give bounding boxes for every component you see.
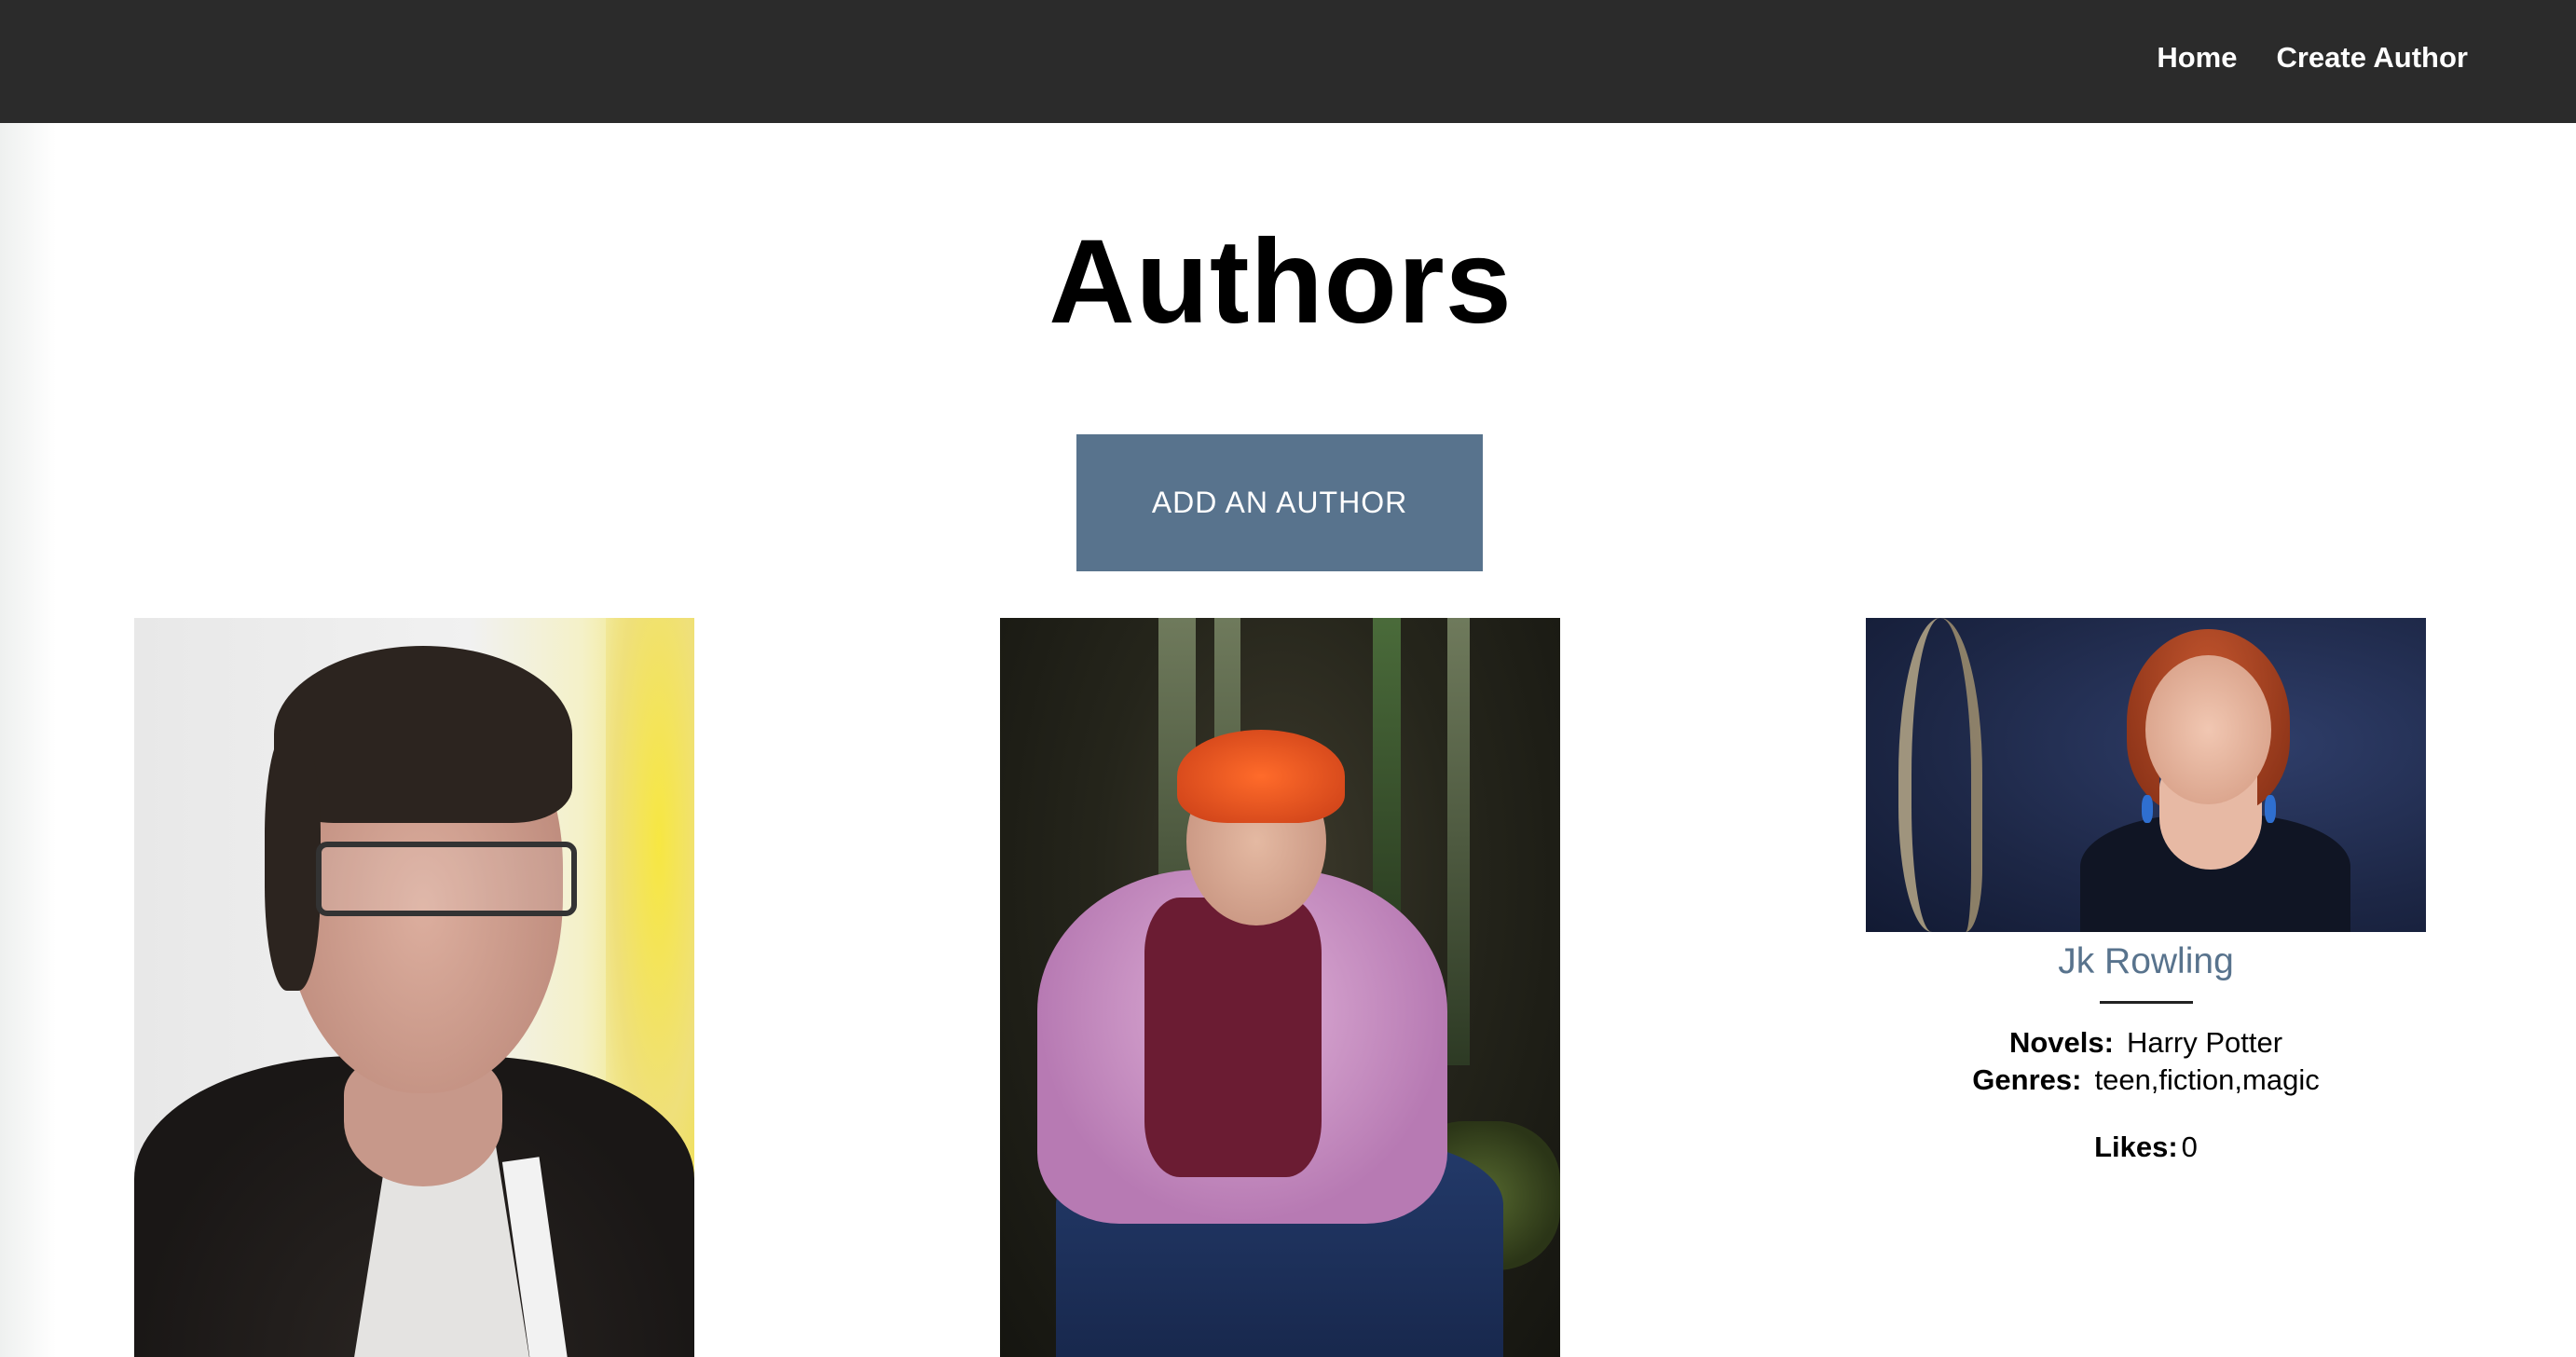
likes-value: 0 xyxy=(2181,1131,2198,1163)
author-photo[interactable] xyxy=(1866,618,2426,932)
author-name[interactable]: Jk Rowling xyxy=(1866,939,2426,984)
page-title: Authors xyxy=(1048,215,1513,349)
author-photo[interactable] xyxy=(1000,618,1560,1357)
photo-earring xyxy=(2142,795,2153,823)
nav-create-author-link[interactable]: Create Author xyxy=(2276,37,2468,78)
novels-label: Novels: xyxy=(2008,1026,2114,1059)
author-card: Jk Rowling Novels: Harry Potter Genres: te… xyxy=(1866,618,2426,1166)
nav-links: Home Create Author xyxy=(2157,37,2468,78)
author-info: Jk Rowling Novels: Harry Potter Genres: te… xyxy=(1866,939,2426,1166)
novels-value: Harry Potter xyxy=(2126,1026,2283,1059)
novels-line: Novels: Harry Potter xyxy=(1866,1024,2426,1062)
add-author-button[interactable]: ADD AN AUTHOR xyxy=(1076,434,1483,571)
author-photo[interactable] xyxy=(134,618,694,1357)
photo-top xyxy=(1144,898,1322,1177)
genres-line: Genres: teen,fiction,magic xyxy=(1866,1062,2426,1099)
likes-label: Likes: xyxy=(2094,1131,2178,1163)
name-divider xyxy=(2099,1001,2193,1004)
photo-hair xyxy=(1177,730,1345,823)
photo-background-symbol xyxy=(1898,618,1982,932)
navbar: Home Create Author xyxy=(0,0,2576,123)
genres-value: teen,fiction,magic xyxy=(2094,1063,2320,1096)
genres-label: Genres: xyxy=(1972,1063,2082,1096)
author-card xyxy=(134,618,694,1357)
likes-line: Likes: 0 xyxy=(1866,1129,2426,1166)
author-card xyxy=(1000,618,1560,1357)
photo-tree xyxy=(1447,618,1470,1065)
photo-face xyxy=(2145,655,2271,804)
photo-hair-side xyxy=(265,730,321,991)
photo-earring xyxy=(2265,795,2276,823)
nav-home-link[interactable]: Home xyxy=(2157,37,2237,78)
photo-glasses xyxy=(316,842,577,916)
